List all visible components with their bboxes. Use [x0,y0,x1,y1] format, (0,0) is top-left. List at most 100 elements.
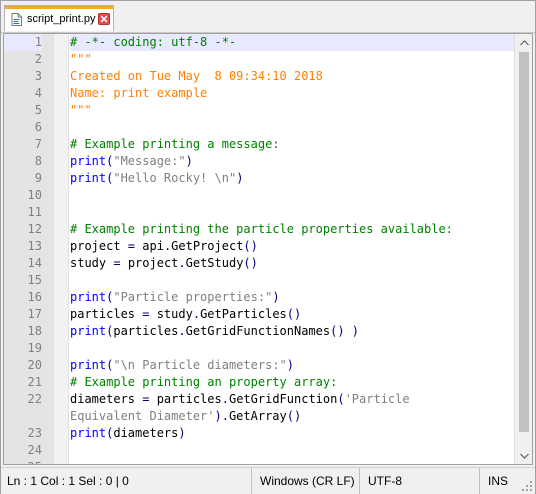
code-line[interactable]: # -*- coding: utf-8 -*- [70,34,514,51]
code-token: GetGridFunction [228,392,338,406]
code-line[interactable]: print("Message:") [70,153,514,170]
code-token: ( [337,392,345,406]
code-token: = [113,256,121,270]
line-number: 23 [27,426,42,440]
code-line[interactable]: particles = study.GetParticles() [70,306,514,323]
line-number: 7 [34,137,42,151]
code-token: print [70,426,107,440]
code-line[interactable]: Created on Tue May 8 09:34:10 2018 [70,68,514,85]
code-token: api [135,239,164,253]
code-token: project [120,256,179,270]
insert-mode: INS [479,468,519,494]
line-number: 18 [27,324,42,338]
scrollbar-thumb[interactable] [519,52,529,432]
code-token: GetProject [171,239,244,253]
code-token: """ [70,52,92,66]
code-token: () [286,307,302,321]
code-line[interactable]: print(particles.GetGridFunctionNames() ) [70,323,514,340]
code-token: ). [214,409,229,423]
code-line[interactable]: """ [70,102,514,119]
code-token: () [243,256,258,270]
code-line[interactable] [70,459,514,464]
code-line[interactable]: Name: print example [70,85,514,102]
code-editor[interactable]: 1234567891011121314151617181920212223242… [3,33,533,465]
line-numbers: 1234567891011121314151617181920212223242… [4,34,42,464]
code-line[interactable]: Equivalent Diameter').GetArray() [70,408,514,425]
code-token: study [70,256,114,270]
code-token: ) [236,171,244,185]
resize-grip-icon[interactable] [521,480,533,492]
code-token: print [70,290,107,304]
scroll-up-button[interactable] [515,34,532,51]
code-token: Equivalent Diameter' [70,409,215,423]
vertical-scrollbar[interactable] [514,34,532,464]
tab-bar: script_print.py [1,1,535,33]
code-line[interactable]: print("\n Particle diameters:") [70,357,514,374]
code-token: particles [113,324,179,338]
line-number: 17 [27,307,42,321]
code-token: "Particle properties:" [113,290,273,304]
code-line[interactable]: # Example printing the particle properti… [70,221,514,238]
code-line[interactable]: project = api.GetProject() [70,238,514,255]
code-token: particles [70,307,143,321]
encoding: UTF-8 [359,468,477,494]
code-line[interactable]: # Example printing an property array: [70,374,514,391]
code-line[interactable] [70,119,514,136]
chevron-up-icon [519,39,529,45]
code-token: ) [272,290,280,304]
active-tab-indicator [5,6,113,9]
close-tab-icon[interactable] [98,13,110,25]
editor-window: script_print.py 1 2 3 4 5 6 7 8 9 10 11 12 13 14 15 16 1… [0,0,536,494]
code-token: project [70,239,128,253]
code-line[interactable]: print(diameters) [70,425,514,442]
code-token: Name: print example [70,86,208,100]
line-number: 20 [27,358,42,372]
line-number: 2 [34,52,42,66]
code-token: """ [70,103,92,117]
code-line[interactable]: study = project.GetStudy() [70,255,514,272]
code-line[interactable] [70,442,514,459]
code-token: = [127,239,136,253]
code-token: # -*- coding: utf-8 -*- [70,35,237,49]
fold-margin[interactable] [54,34,69,464]
code-line[interactable] [70,187,514,204]
code-token: . [178,324,186,338]
code-token: GetArray [228,409,287,423]
code-token: . [178,256,186,270]
status-bar: Ln : 1 Col : 1 Sel : 0 | 0 Windows (CR L… [1,467,535,494]
line-number: 14 [27,256,42,270]
code-line[interactable]: print("Particle properties:") [70,289,514,306]
tab-script-print[interactable]: script_print.py [4,5,114,31]
code-token: # Example printing the particle properti… [70,222,453,236]
line-number: 3 [34,69,42,83]
line-number: 4 [34,86,42,100]
code-token: print [70,154,107,168]
code-text-area[interactable]: # -*- coding: utf-8 -*- """ Created on Tue… [70,34,514,464]
code-line[interactable]: print("Hello Rocky! \n") [70,170,514,187]
code-line[interactable]: # Example printing a message: [70,136,514,153]
line-number: 5 [34,103,42,117]
code-line[interactable]: """ [70,51,514,68]
line-number: 11 [27,205,42,219]
code-token: "Message:" [113,154,186,168]
line-number [4,408,42,425]
line-ending: Windows (CR LF) [251,468,356,494]
code-line[interactable] [70,272,514,289]
code-token: () [286,409,302,423]
line-number: 16 [27,290,42,304]
code-line[interactable] [70,204,514,221]
code-token: "Hello Rocky! \n" [113,171,237,185]
code-token: study [149,307,193,321]
code-token: print [70,358,107,372]
code-token: ) [185,154,193,168]
code-token: print [70,324,107,338]
line-number: 8 [34,154,42,168]
code-token: # Example printing a message: [70,137,280,151]
code-line[interactable]: diameters = particles.GetGridFunction('P… [70,391,514,408]
code-token: # Example printing an property array: [70,375,338,389]
scroll-down-button[interactable] [515,447,532,464]
code-line[interactable] [70,340,514,357]
line-number: 13 [27,239,42,253]
code-token: "\n Particle diameters:" [113,358,287,372]
code-token: diameters [113,426,179,440]
